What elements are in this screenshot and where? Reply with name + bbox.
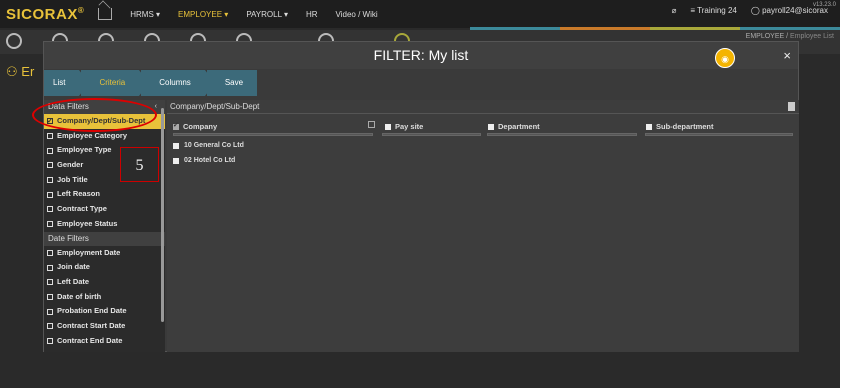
checkbox-icon: [47, 162, 53, 169]
filter-item-contract-type[interactable]: Contract Type: [44, 202, 165, 217]
wizard-steps: List Criteria Columns Save: [44, 70, 259, 96]
close-icon[interactable]: ×: [783, 42, 791, 69]
select-all-checkbox[interactable]: [368, 121, 375, 128]
checkbox-icon: [173, 157, 179, 164]
filter-item-left-date[interactable]: Left Date: [44, 275, 165, 290]
checkbox-icon: [47, 323, 53, 330]
filter-item-employment-date[interactable]: Employment Date: [44, 246, 165, 261]
checkbox-icon: [47, 249, 53, 256]
filter-list-panel: Data Filters‹ Company/Dept/Sub-Dept Empl…: [44, 100, 165, 352]
filter-item-date-of-birth[interactable]: Date of birth: [44, 290, 165, 305]
breadcrumb: EMPLOYEE / Employee List: [745, 33, 834, 40]
annotation-number: 5: [120, 147, 159, 182]
step-columns[interactable]: Columns: [141, 70, 215, 96]
checkbox-icon: [646, 123, 652, 130]
filter-item-probation-end-date[interactable]: Probation End Date: [44, 304, 165, 319]
date-filters-header[interactable]: Date Filters: [44, 231, 165, 246]
checkbox-icon: [47, 308, 53, 315]
field-bar: [382, 133, 481, 136]
nav-payroll[interactable]: PAYROLL ▾: [246, 10, 288, 19]
criteria-fields: Company Pay site Department Sub-departme…: [167, 114, 799, 138]
modal-header: FILTER: My list ×: [44, 42, 798, 69]
field-pay-site[interactable]: Pay site: [385, 122, 423, 131]
checkbox-checked-icon: [173, 121, 179, 130]
page-title: ⚇ Er: [6, 64, 35, 79]
logo[interactable]: SICORAX®: [6, 6, 84, 23]
checkbox-icon: [47, 337, 53, 344]
criteria-title: Company/Dept/Sub-Dept: [167, 100, 799, 114]
back-icon[interactable]: [6, 33, 22, 49]
field-bar: [645, 133, 793, 136]
checkbox-icon: [47, 147, 53, 154]
field-department[interactable]: Department: [488, 122, 540, 131]
criteria-panel: Company/Dept/Sub-Dept Company Pay site D…: [167, 100, 799, 352]
filter-modal: FILTER: My list × ◉ List Criteria Column…: [43, 41, 799, 352]
filter-item-contract-start-date[interactable]: Contract Start Date: [44, 319, 165, 334]
checkbox-icon: [47, 264, 53, 271]
field-sub-department[interactable]: Sub-department: [646, 122, 714, 131]
checkbox-icon: [47, 133, 53, 140]
training-db[interactable]: ≡ Training 24: [690, 6, 736, 15]
company-option[interactable]: 10 General Co Ltd: [167, 138, 799, 153]
checkbox-icon: [47, 293, 53, 300]
nav-hrms[interactable]: HRMS ▾: [130, 10, 160, 19]
user-icon: ⚇: [6, 64, 22, 79]
checkbox-icon: [47, 206, 53, 213]
checkbox-icon: [173, 142, 179, 149]
checkbox-icon: [47, 191, 53, 198]
main-nav: HRMS ▾ EMPLOYEE ▾ PAYROLL ▾ HR Video / W…: [130, 10, 377, 19]
field-bar: [173, 133, 373, 136]
step-criteria[interactable]: Criteria: [81, 70, 149, 96]
top-navbar: SICORAX® HRMS ▾ EMPLOYEE ▾ PAYROLL ▾ HR …: [0, 0, 840, 28]
company-option[interactable]: 02 Hotel Co Ltd: [167, 153, 799, 168]
field-company[interactable]: Company: [173, 121, 217, 131]
top-right-tools: ⌀ ≡ Training 24 ◯ payroll24@sicorax: [672, 6, 828, 15]
version-label: v13.23.0: [812, 2, 836, 8]
checkbox-icon: [488, 123, 494, 130]
modal-title: FILTER: My list: [373, 47, 469, 63]
notifications-off-icon[interactable]: ⌀: [672, 6, 677, 15]
filter-item-join-date[interactable]: Join date: [44, 260, 165, 275]
nav-hr[interactable]: HR: [306, 10, 318, 19]
home-icon[interactable]: [98, 8, 113, 20]
trash-icon[interactable]: [788, 102, 795, 111]
filter-item-left-reason[interactable]: Left Reason: [44, 187, 165, 202]
checkbox-icon: [385, 123, 391, 130]
checkbox-icon: [47, 177, 53, 184]
step-list[interactable]: List: [44, 70, 91, 96]
checkbox-icon: [47, 279, 53, 286]
camera-icon[interactable]: ◉: [715, 48, 735, 68]
nav-video-wiki[interactable]: Video / Wiki: [336, 10, 378, 19]
filter-item-employee-status[interactable]: Employee Status: [44, 217, 165, 232]
scrollbar[interactable]: [161, 108, 164, 322]
highlight-ring: [32, 98, 157, 132]
field-bar: [487, 133, 637, 136]
checkbox-icon: [47, 221, 53, 228]
filter-item-contract-end-date[interactable]: Contract End Date: [44, 334, 165, 349]
user-icon: ◯: [750, 6, 763, 15]
nav-employee[interactable]: EMPLOYEE ▾: [178, 10, 228, 19]
